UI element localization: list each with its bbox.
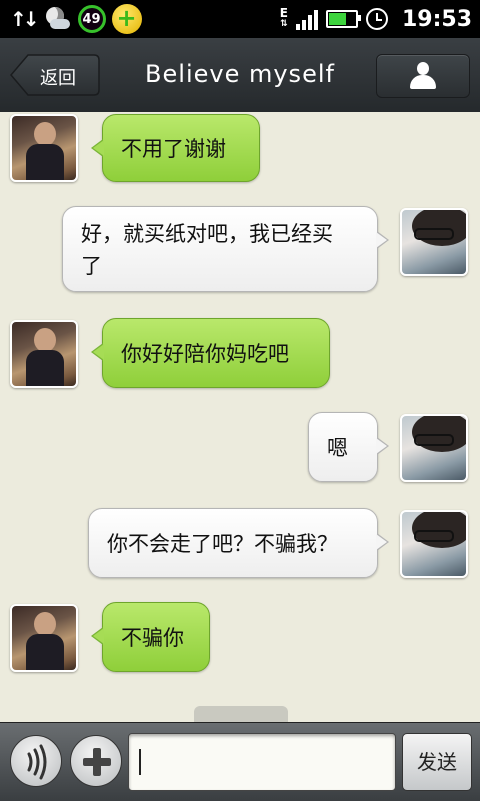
voice-icon — [27, 744, 47, 780]
network-type-label: E — [279, 6, 288, 20]
plus-icon — [83, 748, 111, 776]
status-bar: ↑↓ 49 + E ⇅ 19:53 — [0, 0, 480, 38]
title-bar: 返回 Believe myself — [0, 38, 480, 113]
friend-avatar[interactable] — [10, 114, 78, 182]
status-right-icons: E ⇅ 19:53 — [280, 3, 472, 35]
message-text-line2: 了 — [81, 254, 102, 278]
message-text: 不用了谢谢 — [121, 137, 226, 161]
composer-bar: 发送 — [0, 722, 480, 801]
battery-widget-icon: 49 — [77, 5, 106, 33]
message-bubble-outgoing[interactable]: 嗯 — [308, 412, 389, 482]
network-type-icon: E ⇅ — [279, 6, 288, 29]
message-bubble-incoming[interactable]: 不骗你 — [91, 602, 210, 672]
message-text: 你好好陪你妈吃吧 — [121, 342, 289, 366]
message-text: 不骗你 — [121, 626, 184, 650]
message-text: 你不会走了吧？不骗我？ — [107, 532, 338, 556]
send-button[interactable]: 发送 — [402, 733, 472, 791]
my-avatar[interactable] — [400, 414, 468, 482]
signal-icon — [295, 8, 318, 30]
my-avatar[interactable] — [400, 510, 468, 578]
battery-widget-value: 49 — [82, 11, 101, 27]
text-cursor — [139, 749, 141, 775]
message-bubble-incoming[interactable]: 你好好陪你妈吃吧 — [91, 318, 330, 388]
attach-button[interactable] — [70, 735, 122, 787]
message-text-line1: 好，就买纸对吧，我已经买 — [81, 222, 333, 246]
back-button[interactable]: 返回 — [10, 54, 100, 96]
message-text: 嗯 — [327, 436, 348, 460]
security-app-icon: + — [111, 4, 142, 34]
partially-hidden-chip — [194, 706, 288, 722]
clock: 19:53 — [401, 6, 472, 32]
chat-title: Believe myself — [145, 60, 335, 88]
back-button-label: 返回 — [40, 68, 76, 89]
my-avatar[interactable] — [400, 208, 468, 276]
message-input[interactable] — [128, 733, 396, 791]
message-bubble-incoming[interactable]: 不用了谢谢 — [91, 114, 260, 182]
profile-button[interactable] — [376, 54, 470, 98]
battery-icon — [325, 10, 361, 28]
data-transfer-icon: ↑↓ — [10, 7, 39, 31]
message-bubble-outgoing[interactable]: 你不会走了吧？不骗我？ — [88, 508, 389, 578]
friend-avatar[interactable] — [10, 320, 78, 388]
status-left-icons: ↑↓ 49 + — [10, 3, 142, 35]
alarm-icon — [365, 8, 388, 30]
friend-avatar[interactable] — [10, 604, 78, 672]
voice-button[interactable] — [10, 735, 62, 787]
chat-area[interactable]: 不用了谢谢 好，就买纸对吧，我已经买 了 你好好陪你妈吃吧 嗯 你不会走了吧？不… — [0, 112, 480, 722]
person-icon — [410, 62, 436, 90]
message-bubble-outgoing[interactable]: 好，就买纸对吧，我已经买 了 — [62, 206, 389, 292]
weather-icon — [42, 5, 72, 33]
